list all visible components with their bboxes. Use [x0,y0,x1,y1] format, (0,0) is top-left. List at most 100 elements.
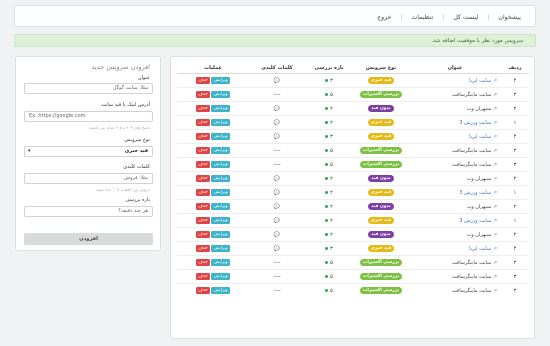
type-badge: فید خبری [367,119,395,126]
row-title-link[interactable]: سایت ماینگرسافت [452,274,491,280]
delete-button[interactable]: حذف [195,147,211,154]
comment-icon[interactable]: 💬 [274,120,280,126]
row-title-link[interactable]: سپهران وب [467,204,492,210]
delete-button[interactable]: حذف [195,217,211,224]
external-link-icon[interactable]: ↗ [493,205,497,210]
row-title-link[interactable]: سایت ایرنا [469,78,491,84]
nav-item-list[interactable]: لیست کل [453,14,478,21]
comment-icon[interactable]: 💬 [274,134,280,140]
interval-value: ۲ [330,119,333,126]
external-link-icon[interactable]: ↗ [493,79,497,84]
delete-button[interactable]: حذف [195,91,211,98]
nav-item-logout[interactable]: خروج [377,14,391,21]
type-select[interactable]: فید خبری ▾ [24,146,153,157]
row-title-link[interactable]: سایت ایرنا [469,134,491,140]
delete-button[interactable]: حذف [195,133,211,140]
row-actions: ویرایشحذف [177,185,249,200]
comment-icon[interactable]: 💬 [274,106,280,112]
comment-icon[interactable]: 💬 [274,204,280,210]
edit-button[interactable]: ویرایش [211,287,231,294]
name-input[interactable]: مثلا: سایت گوگل [24,83,153,94]
delete-button[interactable]: حذف [195,245,211,252]
edit-button[interactable]: ویرایش [211,119,231,126]
external-link-icon[interactable]: ↗ [493,219,497,224]
external-link-icon[interactable]: ↗ [493,261,497,266]
row-interval: ۲ [305,185,353,200]
comment-icon[interactable]: 💬 [274,176,280,182]
row-title-link[interactable]: سایت ورزش 3 [459,218,491,224]
external-link-icon[interactable]: ↗ [493,275,497,280]
submit-button[interactable]: افزودن [24,233,153,245]
url-input[interactable]: Ex: https://google.com [24,111,153,122]
interval-input[interactable]: هر چند دقیقه؟ [24,206,153,217]
delete-button[interactable]: حذف [195,175,211,182]
row-title: ↗سایت ماینگرسافت [409,269,501,284]
edit-button[interactable]: ویرایش [211,77,231,84]
comment-icon[interactable]: 💬 [274,218,280,224]
edit-button[interactable]: ویرایش [211,203,231,210]
comment-icon[interactable]: 💬 [274,190,280,196]
external-link-icon[interactable]: ↗ [493,93,497,98]
edit-button[interactable]: ویرایش [211,133,231,140]
row-title-link[interactable]: سایت ایرنا [469,246,491,252]
row-title-link[interactable]: سایت ماینگرسافت [452,162,491,168]
delete-button[interactable]: حذف [195,119,211,126]
external-link-icon[interactable]: ↗ [493,247,497,252]
external-link-icon[interactable]: ↗ [493,191,497,196]
nav-item-dashboard[interactable]: پیشخوان [498,14,521,21]
external-link-icon[interactable]: ↗ [493,149,497,154]
delete-button[interactable]: حذف [195,189,211,196]
delete-button[interactable]: حذف [195,105,211,112]
edit-button[interactable]: ویرایش [211,273,231,280]
external-link-icon[interactable]: ↗ [493,289,497,294]
edit-button[interactable]: ویرایش [211,245,231,252]
row-title-link[interactable]: سایت ورزش 3 [459,120,491,126]
row-interval: ۲ [305,199,353,214]
edit-button[interactable]: ویرایش [211,217,231,224]
row-interval: ۵ [305,269,353,284]
edit-button[interactable]: ویرایش [211,175,231,182]
comment-icon[interactable]: 💬 [274,232,280,238]
delete-button[interactable]: حذف [195,203,211,210]
keywords-input[interactable]: مثلا: فروش [24,173,153,184]
row-title-link[interactable]: سایت ماینگرسافت [452,92,491,98]
delete-button[interactable]: حذف [195,161,211,168]
delete-button[interactable]: حذف [195,273,211,280]
external-link-icon[interactable]: ↗ [493,177,497,182]
row-title-link[interactable]: سایت ماینگرسافت [452,260,491,266]
row-title-link[interactable]: سپهران وب [467,106,492,112]
edit-button[interactable]: ویرایش [211,189,231,196]
edit-button[interactable]: ویرایش [211,231,231,238]
nav-item-settings[interactable]: تنظیمات [411,14,433,21]
external-link-icon[interactable]: ↗ [493,233,497,238]
edit-button[interactable]: ویرایش [211,147,231,154]
col-header-title: عنوان [409,62,501,74]
comment-icon[interactable]: 💬 [274,246,280,252]
external-link-icon[interactable]: ↗ [493,163,497,168]
external-link-icon[interactable]: ↗ [493,135,497,140]
edit-button[interactable]: ویرایش [211,105,231,112]
edit-button[interactable]: ویرایش [211,161,231,168]
row-title-link[interactable]: سایت ورزش 3 [459,190,491,196]
delete-button[interactable]: حذف [195,77,211,84]
delete-button[interactable]: حذف [195,259,211,266]
row-actions: ویرایشحذف [177,171,249,186]
external-link-icon[interactable]: ↗ [493,121,497,126]
row-title-link[interactable]: سایت ماینگرسافت [452,148,491,154]
row-title-link[interactable]: سپهران وب [467,232,492,238]
row-title-link[interactable]: سایت ماینگرسافت [452,288,491,294]
delete-button[interactable]: حذف [195,231,211,238]
delete-button[interactable]: حذف [195,287,211,294]
edit-button[interactable]: ویرایش [211,259,231,266]
type-badge: بررسی اکسپرات [359,147,403,154]
external-link-icon[interactable]: ↗ [493,107,497,112]
row-keywords: ---- [249,157,305,172]
edit-button[interactable]: ویرایش [211,91,231,98]
comment-icon[interactable]: 💬 [274,78,280,84]
row-title-link[interactable]: سپهران وب [467,176,492,182]
row-keywords: 💬 [249,115,305,130]
table-row: ۲ ↗سپهران وب بدون فید ۲ 💬 ویرایشحذف [177,171,529,186]
interval-value: ۵ [330,259,333,266]
row-keywords: 💬 [249,227,305,242]
interval-value: ۵ [330,161,333,168]
